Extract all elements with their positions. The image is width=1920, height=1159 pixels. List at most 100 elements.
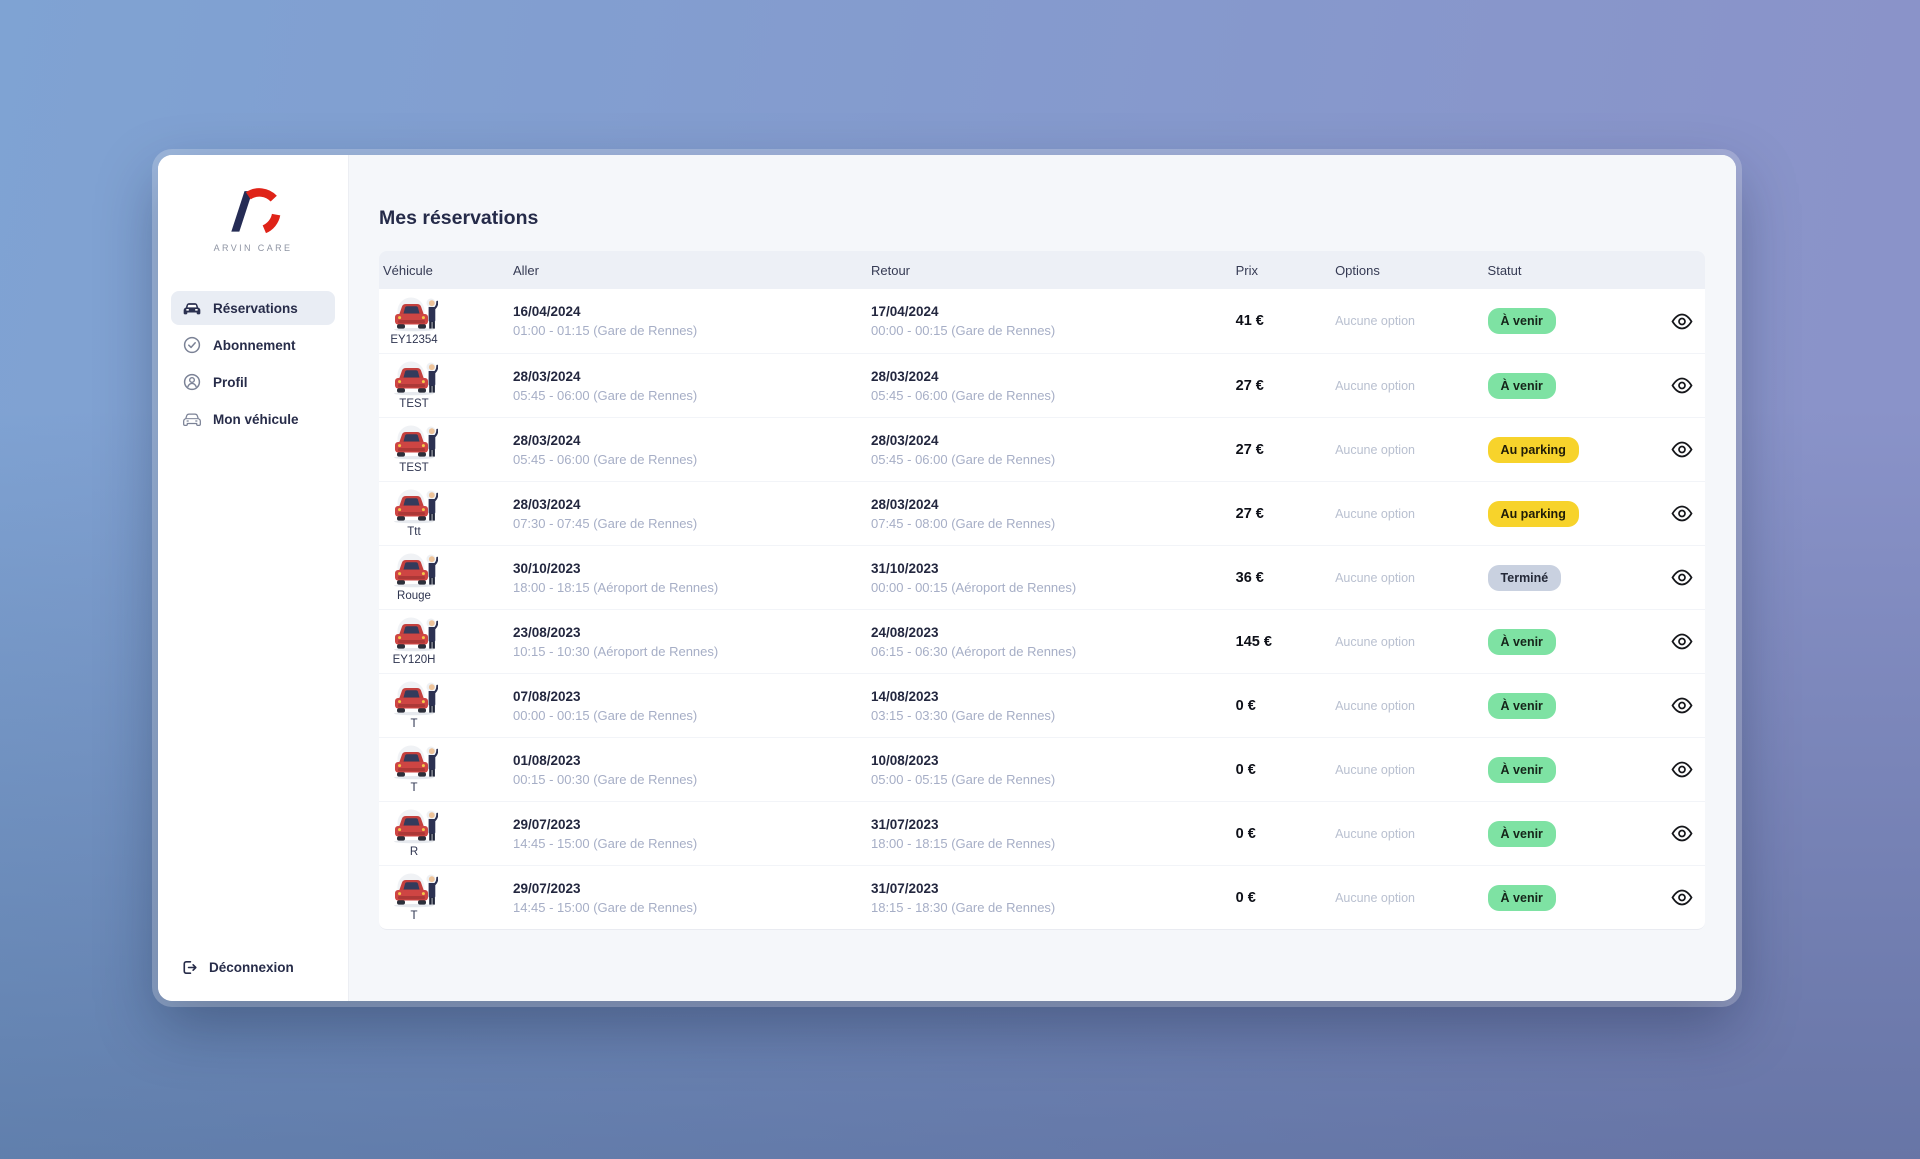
- sidebar-item-reservations[interactable]: Réservations: [171, 291, 335, 325]
- retour-detail: 18:15 - 18:30 (Gare de Rennes): [871, 900, 1228, 915]
- retour-detail: 06:15 - 06:30 (Aéroport de Rennes): [871, 644, 1228, 659]
- retour-detail: 00:00 - 00:15 (Gare de Rennes): [871, 323, 1228, 338]
- logout-label: Déconnexion: [209, 960, 294, 975]
- eye-icon: [1671, 825, 1693, 842]
- view-reservation-button[interactable]: [1667, 821, 1697, 846]
- car-outline-icon: [182, 412, 202, 427]
- options-text: Aucune option: [1335, 891, 1415, 905]
- options-text: Aucune option: [1335, 635, 1415, 649]
- eye-icon: [1671, 377, 1693, 394]
- eye-icon: [1671, 633, 1693, 650]
- vehicle-name: Rouge: [397, 590, 431, 602]
- view-reservation-button[interactable]: [1667, 693, 1697, 718]
- status-badge: À venir: [1488, 693, 1556, 719]
- options-text: Aucune option: [1335, 571, 1415, 585]
- view-reservation-button[interactable]: [1667, 437, 1697, 462]
- view-reservation-button[interactable]: [1667, 757, 1697, 782]
- page-title: Mes réservations: [379, 207, 1705, 230]
- status-badge: À venir: [1488, 821, 1556, 847]
- price: 0 €: [1236, 698, 1256, 714]
- vehicle-illustration-icon: [390, 297, 438, 333]
- view-reservation-button[interactable]: [1667, 629, 1697, 654]
- vehicle-illustration-icon: [390, 809, 438, 845]
- sidebar-item-label: Profil: [213, 375, 248, 390]
- eye-icon: [1671, 441, 1693, 458]
- aller-detail: 00:00 - 00:15 (Gare de Rennes): [513, 708, 863, 723]
- retour-date: 31/07/2023: [871, 881, 1228, 896]
- aller-detail: 07:30 - 07:45 (Gare de Rennes): [513, 516, 863, 531]
- retour-date: 28/03/2024: [871, 497, 1228, 512]
- vehicle-illustration-icon: [390, 361, 438, 397]
- retour-detail: 00:00 - 00:15 (Aéroport de Rennes): [871, 580, 1228, 595]
- view-reservation-button[interactable]: [1667, 309, 1697, 334]
- aller-date: 28/03/2024: [513, 433, 863, 448]
- retour-date: 31/10/2023: [871, 561, 1228, 576]
- vehicle-illustration-icon: [390, 745, 438, 781]
- sidebar-item-abonnement[interactable]: Abonnement: [171, 328, 335, 362]
- price: 145 €: [1236, 634, 1272, 650]
- aller-date: 01/08/2023: [513, 753, 863, 768]
- options-text: Aucune option: [1335, 699, 1415, 713]
- status-badge: À venir: [1488, 373, 1556, 399]
- reservation-row: T 29/07/2023 14:45 - 15:00 (Gare de Renn…: [379, 865, 1705, 929]
- status-badge: À venir: [1488, 757, 1556, 783]
- vehicle-name: Ttt: [407, 526, 420, 538]
- reservation-row: EY120H 23/08/2023 10:15 - 10:30 (Aéropor…: [379, 609, 1705, 673]
- column-header-prix: Prix: [1228, 263, 1327, 278]
- reservation-row: T 07/08/2023 00:00 - 00:15 (Gare de Renn…: [379, 673, 1705, 737]
- price: 0 €: [1236, 762, 1256, 778]
- aller-detail: 01:00 - 01:15 (Gare de Rennes): [513, 323, 863, 338]
- aller-date: 29/07/2023: [513, 881, 863, 896]
- aller-detail: 10:15 - 10:30 (Aéroport de Rennes): [513, 644, 863, 659]
- sidebar: ARVIN CARE Réservations: [158, 155, 349, 1001]
- user-circle-icon: [182, 373, 202, 391]
- price: 36 €: [1236, 570, 1264, 586]
- retour-detail: 05:45 - 06:00 (Gare de Rennes): [871, 388, 1228, 403]
- status-badge: À venir: [1488, 308, 1556, 334]
- eye-icon: [1671, 761, 1693, 778]
- retour-date: 28/03/2024: [871, 369, 1228, 384]
- options-text: Aucune option: [1335, 763, 1415, 777]
- main-content: Mes réservations Véhicule Aller Retour P…: [349, 155, 1736, 1001]
- reservations-table: Véhicule Aller Retour Prix Options Statu…: [379, 251, 1705, 930]
- reservation-row: T 01/08/2023 00:15 - 00:30 (Gare de Renn…: [379, 737, 1705, 801]
- view-reservation-button[interactable]: [1667, 885, 1697, 910]
- table-body: EY12354 16/04/2024 01:00 - 01:15 (Gare d…: [379, 289, 1705, 930]
- price: 27 €: [1236, 442, 1264, 458]
- sidebar-item-profil[interactable]: Profil: [171, 365, 335, 399]
- aller-detail: 05:45 - 06:00 (Gare de Rennes): [513, 388, 863, 403]
- eye-icon: [1671, 889, 1693, 906]
- vehicle-name: T: [410, 782, 417, 794]
- vehicle-illustration-icon: [390, 873, 438, 909]
- price: 41 €: [1236, 313, 1264, 329]
- eye-icon: [1671, 313, 1693, 330]
- status-badge: Terminé: [1488, 565, 1562, 591]
- brand-name: ARVIN CARE: [214, 243, 293, 253]
- vehicle-name: TEST: [399, 398, 428, 410]
- retour-date: 14/08/2023: [871, 689, 1228, 704]
- sidebar-item-label: Abonnement: [213, 338, 296, 353]
- reservation-row: TEST 28/03/2024 05:45 - 06:00 (Gare de R…: [379, 417, 1705, 481]
- column-header-vehicule: Véhicule: [379, 263, 505, 278]
- status-badge: Au parking: [1488, 437, 1579, 463]
- logout-button[interactable]: Déconnexion: [180, 958, 348, 977]
- aller-detail: 14:45 - 15:00 (Gare de Rennes): [513, 900, 863, 915]
- aller-date: 29/07/2023: [513, 817, 863, 832]
- brand-logo: ARVIN CARE: [158, 180, 348, 253]
- status-badge: À venir: [1488, 629, 1556, 655]
- options-text: Aucune option: [1335, 314, 1415, 328]
- view-reservation-button[interactable]: [1667, 501, 1697, 526]
- column-header-aller: Aller: [505, 263, 863, 278]
- aller-date: 07/08/2023: [513, 689, 863, 704]
- view-reservation-button[interactable]: [1667, 565, 1697, 590]
- view-reservation-button[interactable]: [1667, 373, 1697, 398]
- aller-detail: 00:15 - 00:30 (Gare de Rennes): [513, 772, 863, 787]
- retour-date: 17/04/2024: [871, 304, 1228, 319]
- aller-date: 16/04/2024: [513, 304, 863, 319]
- retour-detail: 05:00 - 05:15 (Gare de Rennes): [871, 772, 1228, 787]
- sidebar-item-mon-vehicule[interactable]: Mon véhicule: [171, 402, 335, 436]
- table-header: Véhicule Aller Retour Prix Options Statu…: [379, 251, 1705, 289]
- vehicle-name: R: [410, 846, 418, 858]
- vehicle-illustration-icon: [390, 617, 438, 653]
- retour-date: 31/07/2023: [871, 817, 1228, 832]
